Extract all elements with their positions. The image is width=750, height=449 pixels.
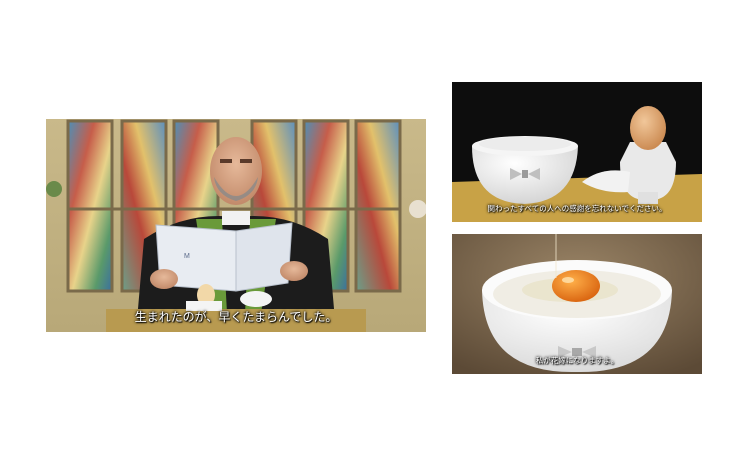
video-frame-bottom-right: 私が花嫁になりますよ。 xyxy=(452,234,702,374)
book-cover-logo: M xyxy=(184,253,190,260)
bowl-and-egg-illustration xyxy=(452,82,702,222)
subtitle-top-right: 関わったすべての人への感謝を忘れないでください。 xyxy=(487,204,667,213)
subtitle-main: 生まれたのが、早くたまらんでした。 xyxy=(134,310,338,324)
pastor-scene-illustration xyxy=(46,119,426,332)
video-frame-main: M 生まれたのが、早くたまらんでした。 xyxy=(46,119,426,332)
video-frame-top-right: 関わったすべての人への感謝を忘れないでください。 xyxy=(452,82,702,222)
subtitle-bottom-right: 私が花嫁になりますよ。 xyxy=(535,356,619,365)
egg-rice-bowl-illustration xyxy=(452,234,702,374)
